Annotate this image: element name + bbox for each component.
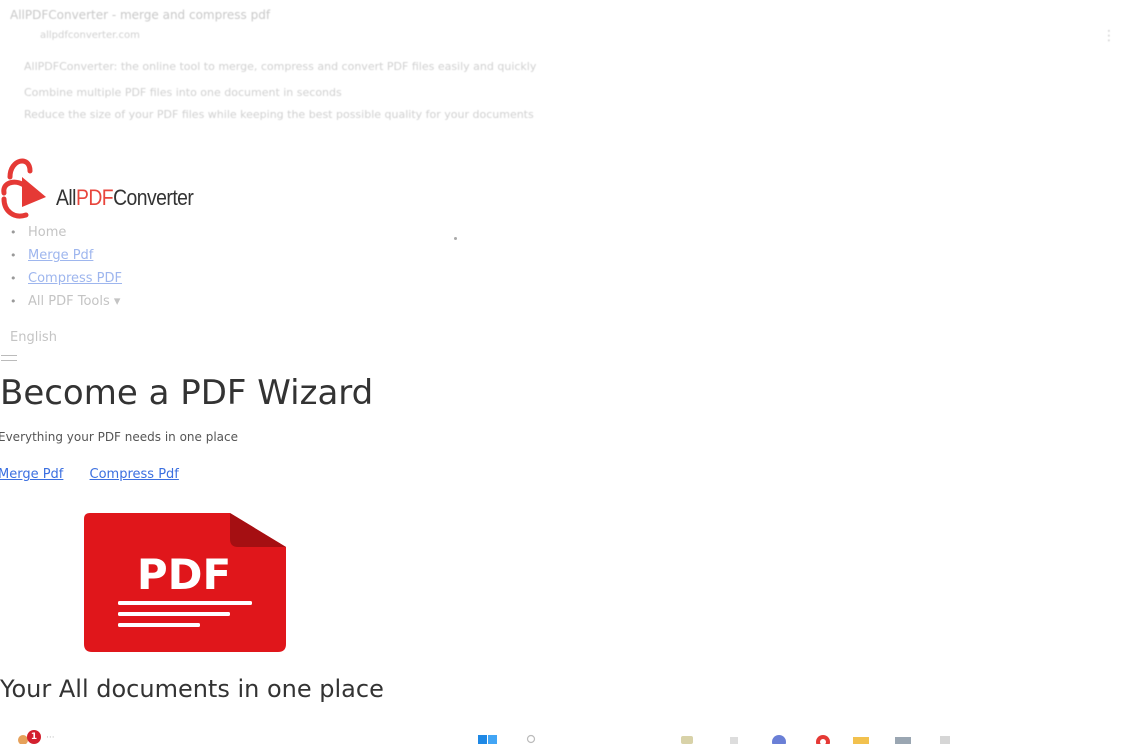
logo-icon — [1, 158, 46, 218]
app-icon[interactable] — [938, 732, 952, 744]
language-selector[interactable]: English — [10, 330, 57, 345]
windows-start-icon[interactable] — [478, 732, 498, 744]
taskbar: ··· — [0, 728, 1122, 744]
taskbar-label: ··· — [46, 733, 55, 743]
chrome-icon[interactable] — [814, 732, 832, 744]
brand-name: AllPDFConverter — [56, 184, 194, 210]
nav-item-merge-pdf[interactable]: Merge Pdf — [0, 247, 122, 270]
faint-top-text: AllPDFConverter - merge and compress pdf… — [0, 0, 1122, 135]
app-icon[interactable] — [894, 732, 912, 744]
compress-pdf-link[interactable]: Compress Pdf — [90, 467, 179, 482]
hero-title: Become a PDF Wizard — [0, 373, 374, 413]
menu-icon[interactable] — [1, 355, 17, 365]
more-icon[interactable]: ⋮ — [1102, 28, 1116, 44]
section-title: Your All documents in one place — [0, 675, 384, 703]
faint-line: allpdfconverter.com — [40, 30, 140, 41]
pdf-document-icon: PDF — [84, 513, 286, 652]
app-icon[interactable] — [728, 732, 740, 744]
nav-item-all-pdf-tools[interactable]: All PDF Tools ▾ — [0, 293, 122, 316]
nav-item-home[interactable]: Home — [0, 224, 122, 247]
brand-logo-link[interactable]: AllPDFConverter — [0, 147, 212, 222]
hero-links: Merge Pdf Compress Pdf — [0, 467, 201, 482]
nav-link-merge-pdf[interactable]: Merge Pdf — [28, 248, 93, 263]
svg-text:PDF: PDF — [137, 550, 231, 599]
hero-subtitle: Everything your PDF needs in one place — [0, 430, 239, 444]
faint-line: Combine multiple PDF files into one docu… — [24, 86, 342, 99]
stray-dot — [454, 237, 457, 240]
widget-icon[interactable] — [680, 732, 694, 744]
faint-line: AllPDFConverter: the online tool to merg… — [24, 60, 537, 73]
faint-line: AllPDFConverter - merge and compress pdf — [10, 8, 271, 22]
notification-badge: 1 — [27, 730, 41, 744]
folder-icon[interactable] — [852, 732, 870, 744]
nav-link-compress-pdf[interactable]: Compress PDF — [28, 271, 122, 286]
browser-icon[interactable] — [770, 732, 788, 744]
faint-line: Reduce the size of your PDF files while … — [24, 108, 534, 121]
main-nav: Home Merge Pdf Compress PDF All PDF Tool… — [0, 224, 122, 316]
nav-item-compress-pdf[interactable]: Compress PDF — [0, 270, 122, 293]
search-icon[interactable] — [526, 732, 538, 744]
merge-pdf-link[interactable]: Merge Pdf — [0, 467, 63, 482]
